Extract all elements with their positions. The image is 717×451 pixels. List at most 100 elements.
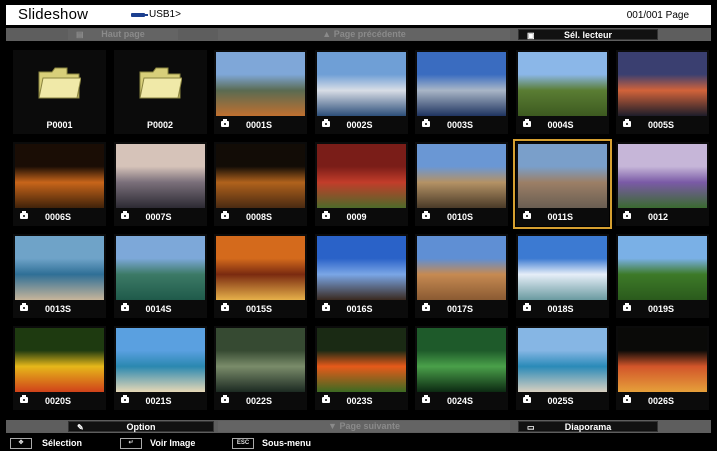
top-page-button[interactable]: ▤ Haut page bbox=[68, 29, 178, 40]
image-item[interactable]: 0026S bbox=[616, 326, 709, 410]
camera-icon bbox=[623, 395, 631, 403]
item-caption: 0003S bbox=[415, 118, 508, 132]
image-item[interactable]: 0008S bbox=[214, 142, 307, 226]
image-item[interactable]: 0023S bbox=[314, 326, 408, 410]
image-item[interactable]: 0013S bbox=[13, 234, 106, 318]
item-label: 0021S bbox=[145, 396, 172, 406]
thumbnail-image bbox=[618, 144, 707, 208]
image-item[interactable]: 0011S bbox=[512, 139, 612, 229]
camera-icon bbox=[522, 211, 531, 219]
item-caption: 0016S bbox=[315, 302, 408, 316]
thumbnail-image bbox=[618, 328, 707, 392]
thumbnail-image bbox=[216, 52, 305, 116]
thumbnail-image bbox=[417, 328, 506, 392]
image-item[interactable]: 0012 bbox=[616, 142, 709, 226]
image-item[interactable]: 0015S bbox=[214, 234, 307, 318]
image-item[interactable]: 0003S bbox=[415, 50, 508, 134]
option-button[interactable]: ✎ Option bbox=[68, 421, 214, 432]
select-reader-label: Sél. lecteur bbox=[563, 30, 613, 40]
enter-key-icon: ↵ bbox=[120, 438, 142, 449]
item-caption: 0023S bbox=[315, 394, 408, 408]
bottom-toolbar: ✎ Option ▼ Page suivante ▭ Diaporama bbox=[6, 420, 711, 433]
item-caption: 0019S bbox=[616, 302, 709, 316]
camera-icon bbox=[20, 395, 28, 403]
item-label: P0001 bbox=[46, 120, 73, 130]
image-item[interactable]: 0022S bbox=[214, 326, 307, 410]
item-caption: 0021S bbox=[114, 394, 207, 408]
select-reader-button[interactable]: ▣ Sél. lecteur bbox=[518, 29, 658, 40]
folder-icon bbox=[38, 67, 81, 99]
item-label: 0008S bbox=[246, 212, 273, 222]
camera-icon bbox=[422, 211, 430, 219]
image-item[interactable]: 0004S bbox=[515, 50, 609, 134]
item-label: P0002 bbox=[146, 120, 174, 130]
image-item[interactable]: 0002S bbox=[314, 50, 408, 134]
next-page-button[interactable]: ▼ Page suivante bbox=[218, 421, 510, 432]
item-caption: 0026S bbox=[616, 394, 709, 408]
item-label: 0018S bbox=[547, 304, 574, 314]
thumbnail-image bbox=[618, 52, 707, 116]
image-item[interactable]: 0010S bbox=[415, 142, 508, 226]
image-item[interactable]: 0017S bbox=[415, 234, 508, 318]
thumbnail-image bbox=[216, 328, 305, 392]
top-toolbar: ▤ Haut page ▲ Page précédente ▣ Sél. lec… bbox=[6, 28, 711, 41]
image-item[interactable]: 0016S bbox=[314, 234, 408, 318]
thumbnail-image bbox=[115, 236, 205, 300]
top-page-label: Haut page bbox=[101, 29, 145, 39]
up-arrow-icon: ▲ bbox=[322, 29, 334, 39]
pencil-icon: ✎ bbox=[77, 423, 84, 432]
selection-hint: Sélection bbox=[42, 438, 83, 448]
image-item[interactable]: 0018S bbox=[515, 234, 609, 318]
item-label: 0014S bbox=[145, 304, 172, 314]
image-item[interactable]: 0009 bbox=[314, 142, 408, 226]
thumbnail-image bbox=[517, 328, 607, 392]
camera-icon bbox=[221, 303, 229, 311]
home-icon: ▤ bbox=[76, 30, 84, 39]
item-caption: 0005S bbox=[616, 118, 709, 132]
thumbnail-image bbox=[316, 52, 406, 116]
image-item[interactable]: 0001S bbox=[214, 50, 307, 134]
image-item[interactable]: 0020S bbox=[13, 326, 106, 410]
item-label: 0011S bbox=[547, 212, 574, 222]
image-item[interactable]: 0014S bbox=[113, 234, 207, 318]
esc-key-icon: ESC bbox=[232, 438, 254, 449]
thumbnail-image bbox=[15, 328, 104, 392]
item-label: 0020S bbox=[45, 396, 72, 406]
item-caption: 0014S bbox=[114, 302, 207, 316]
item-label: 0012 bbox=[648, 212, 669, 222]
header: Slideshow USB1> 001/001 Page bbox=[6, 5, 711, 25]
image-item[interactable]: 0021S bbox=[113, 326, 207, 410]
item-label: 0005S bbox=[648, 120, 675, 130]
item-label: 0025S bbox=[547, 396, 574, 406]
slideshow-button[interactable]: ▭ Diaporama bbox=[518, 421, 658, 432]
item-caption: 0011S bbox=[516, 210, 609, 224]
thumbnail-image bbox=[216, 144, 305, 208]
thumbnail-image bbox=[115, 144, 205, 208]
previous-page-label: Page précédente bbox=[333, 29, 406, 39]
item-caption: 0007S bbox=[114, 210, 207, 224]
item-caption: P0001 bbox=[13, 118, 106, 132]
item-caption: 0024S bbox=[415, 394, 508, 408]
image-item[interactable]: 0025S bbox=[515, 326, 609, 410]
image-item[interactable]: 0019S bbox=[616, 234, 709, 318]
thumbnail-image bbox=[618, 236, 707, 300]
image-item[interactable]: 0005S bbox=[616, 50, 709, 134]
item-caption: 0025S bbox=[516, 394, 609, 408]
item-label: 0003S bbox=[447, 120, 474, 130]
thumbnail-image bbox=[115, 328, 205, 392]
usb-icon bbox=[131, 13, 148, 17]
folder-item[interactable]: P0002 bbox=[113, 50, 207, 134]
view-image-hint: Voir Image bbox=[150, 438, 196, 448]
camera-icon bbox=[422, 303, 430, 311]
folder-item[interactable]: P0001 bbox=[13, 50, 106, 134]
image-item[interactable]: 0024S bbox=[415, 326, 508, 410]
option-label: Option bbox=[126, 422, 156, 432]
folder-icon bbox=[138, 67, 182, 99]
image-item[interactable]: 0007S bbox=[113, 142, 207, 226]
item-caption: P0002 bbox=[114, 118, 207, 132]
previous-page-button[interactable]: ▲ Page précédente bbox=[218, 29, 510, 40]
item-caption: 0009 bbox=[315, 210, 408, 224]
page-counter: 001/001 Page bbox=[626, 10, 689, 21]
image-item[interactable]: 0006S bbox=[13, 142, 106, 226]
submenu-hint: Sous-menu bbox=[262, 438, 312, 448]
